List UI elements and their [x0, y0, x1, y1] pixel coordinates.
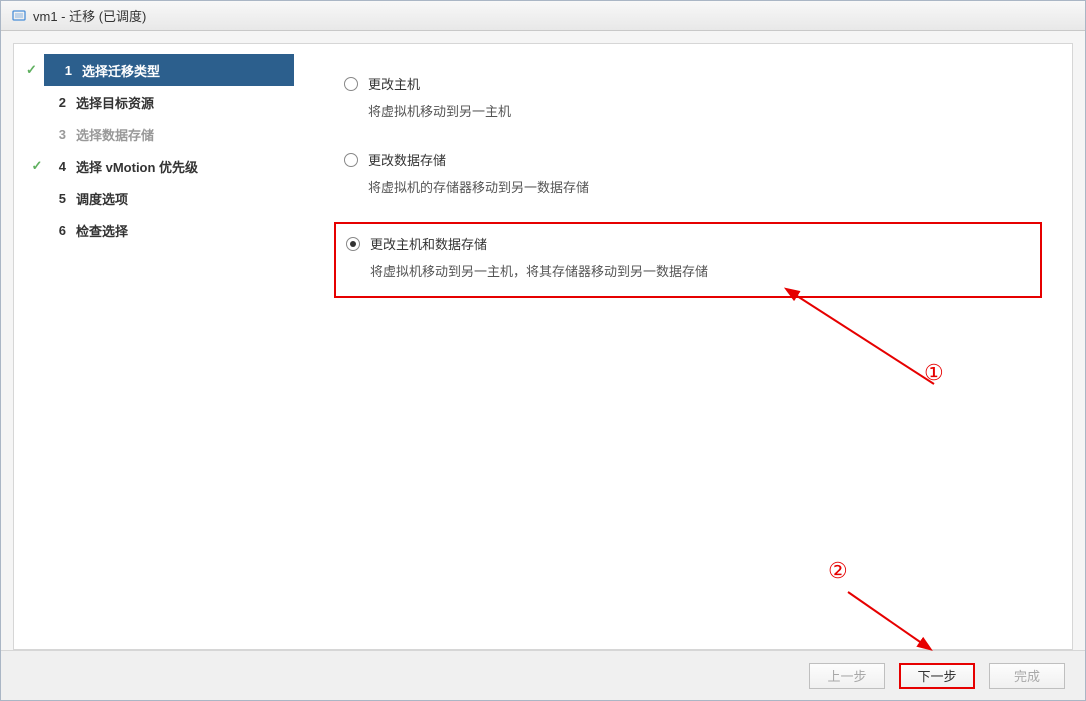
radio-icon[interactable]	[344, 77, 358, 91]
finish-button[interactable]: 完成	[989, 663, 1065, 689]
option-change-datastore[interactable]: 更改数据存储 将虚拟机的存储器移动到另一数据存储	[334, 146, 1042, 200]
step-3: 3 选择数据存储	[14, 118, 304, 150]
option-title: 更改主机	[368, 74, 420, 93]
step-sidebar: 1 选择迁移类型 ✓ 2 选择目标资源 3 选择数据存储 ✓ 4 选择 vMot…	[14, 44, 304, 649]
check-icon: ✓	[28, 158, 46, 174]
titlebar: vm1 - 迁移 (已调度)	[1, 1, 1085, 31]
migrate-wizard-window: vm1 - 迁移 (已调度) 1 选择迁移类型 ✓ 2 选择目标资源 3 选择数…	[0, 0, 1086, 701]
radio-icon[interactable]	[344, 153, 358, 167]
option-title: 更改数据存储	[368, 150, 446, 169]
wizard-body: 1 选择迁移类型 ✓ 2 选择目标资源 3 选择数据存储 ✓ 4 选择 vMot…	[13, 43, 1073, 650]
step-label: 调度选项	[76, 189, 128, 208]
next-button[interactable]: 下一步	[899, 663, 975, 689]
step-4[interactable]: ✓ 4 选择 vMotion 优先级	[14, 150, 304, 182]
back-button[interactable]: 上一步	[809, 663, 885, 689]
step-5[interactable]: 5 调度选项	[14, 182, 304, 214]
step-2[interactable]: 2 选择目标资源	[14, 86, 304, 118]
step-label: 检查选择	[76, 221, 128, 240]
option-title: 更改主机和数据存储	[370, 234, 487, 253]
vm-icon	[11, 8, 27, 24]
annotation-label-1: ①	[924, 360, 944, 386]
step-num: 6	[46, 223, 66, 238]
footer: 上一步 下一步 完成	[1, 650, 1085, 700]
step-num: 2	[46, 95, 66, 110]
window-title: vm1 - 迁移 (已调度)	[33, 6, 146, 25]
annotation-label-2: ②	[828, 558, 848, 584]
step-1[interactable]: 1 选择迁移类型	[44, 54, 294, 86]
step-num: 1	[52, 63, 72, 78]
step-label: 选择迁移类型	[82, 61, 160, 80]
option-desc: 将虚拟机移动到另一主机，将其存储器移动到另一数据存储	[370, 261, 1030, 280]
step-label: 选择数据存储	[76, 125, 154, 144]
main-panel: 更改主机 将虚拟机移动到另一主机 更改数据存储 将虚拟机的存储器移动到另一数据存…	[304, 44, 1072, 649]
step-6[interactable]: 6 检查选择	[14, 214, 304, 246]
step-num: 5	[46, 191, 66, 206]
option-desc: 将虚拟机移动到另一主机	[368, 101, 1032, 120]
step-num: 4	[46, 159, 66, 174]
option-change-both[interactable]: 更改主机和数据存储 将虚拟机移动到另一主机，将其存储器移动到另一数据存储	[334, 222, 1042, 298]
option-change-host[interactable]: 更改主机 将虚拟机移动到另一主机	[334, 70, 1042, 124]
step-label: 选择 vMotion 优先级	[76, 157, 198, 176]
step-label: 选择目标资源	[76, 93, 154, 112]
step-num: 3	[46, 127, 66, 142]
option-desc: 将虚拟机的存储器移动到另一数据存储	[368, 177, 1032, 196]
radio-icon[interactable]	[346, 237, 360, 251]
check-icon: ✓	[26, 62, 37, 78]
